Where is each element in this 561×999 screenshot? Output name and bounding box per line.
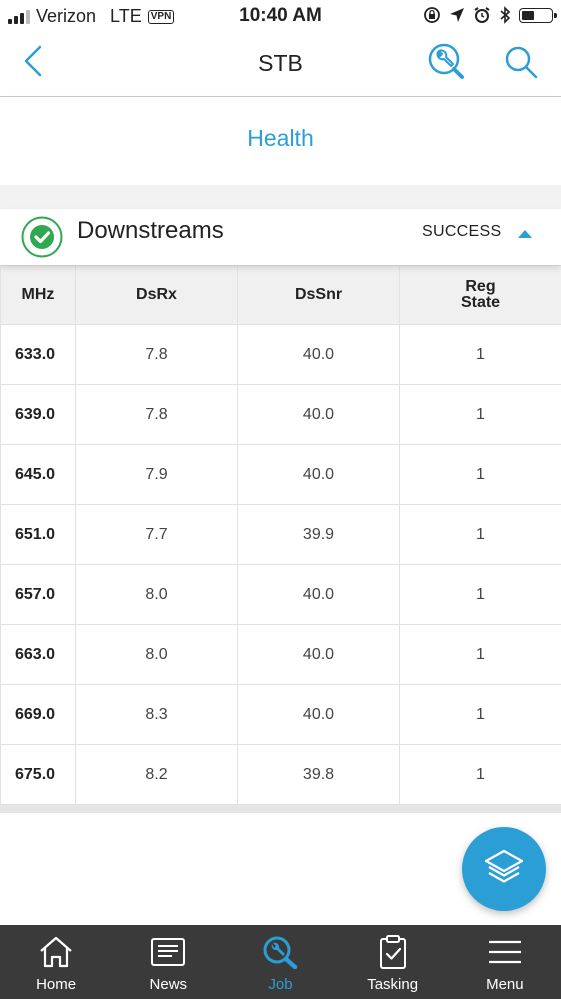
health-title[interactable]: Health — [0, 125, 561, 152]
column-header-dsrx: DsRx — [75, 265, 238, 325]
tab-label: Job — [268, 976, 293, 993]
tab-home[interactable]: Home — [0, 925, 112, 999]
downstreams-header[interactable]: Downstreams SUCCESS — [0, 209, 561, 265]
column-header-dssnr: DsSnr — [237, 265, 400, 325]
cell-reg-state: 1 — [399, 684, 561, 745]
downstreams-table: MHz DsRx DsSnr Reg State 633.0 7.8 40.0 1 639… — [0, 265, 561, 805]
alarm-icon — [474, 7, 490, 23]
check-circle-icon — [21, 216, 63, 258]
cell-mhz: 645.0 — [0, 444, 76, 505]
search-icon[interactable] — [503, 44, 539, 80]
cell-dsrx: 8.0 — [75, 624, 238, 685]
tab-news[interactable]: News — [112, 925, 224, 999]
wrench-magnifier-icon — [263, 936, 298, 969]
cell-dssnr: 39.8 — [237, 744, 400, 805]
cell-dsrx: 8.2 — [75, 744, 238, 805]
bluetooth-icon — [500, 6, 511, 24]
cell-dsrx: 8.0 — [75, 564, 238, 625]
hamburger-menu-icon — [488, 940, 521, 964]
page-title: STB — [258, 50, 303, 76]
table-row: 633.0 7.8 40.0 1 — [0, 324, 561, 385]
cell-mhz: 651.0 — [0, 504, 76, 565]
cell-dsrx: 7.9 — [75, 444, 238, 505]
wrench-magnifier-icon[interactable] — [427, 42, 465, 80]
table-row: 657.0 8.0 40.0 1 — [0, 564, 561, 625]
tab-label: News — [149, 976, 188, 993]
cell-reg-state: 1 — [399, 384, 561, 445]
cell-mhz: 633.0 — [0, 324, 76, 385]
table-row: 663.0 8.0 40.0 1 — [0, 624, 561, 685]
cell-dsrx: 7.8 — [75, 324, 238, 385]
tab-bar: Home News Job Tasking Menu — [0, 925, 561, 999]
table-row: 645.0 7.9 40.0 1 — [0, 444, 561, 505]
cell-reg-state: 1 — [399, 744, 561, 805]
nav-bar: STB — [0, 32, 561, 97]
cell-dsrx: 7.7 — [75, 504, 238, 565]
column-header-reg-state: Reg State — [399, 265, 561, 325]
cell-dssnr: 40.0 — [237, 624, 400, 685]
cell-dssnr: 40.0 — [237, 564, 400, 625]
health-section: Health — [0, 97, 561, 185]
cell-mhz: 657.0 — [0, 564, 76, 625]
layers-icon — [484, 849, 524, 883]
battery-icon — [519, 7, 557, 23]
cell-dssnr: 40.0 — [237, 384, 400, 445]
tab-label: Home — [36, 976, 77, 993]
cell-dsrx: 7.8 — [75, 384, 238, 445]
cell-dssnr: 40.0 — [237, 444, 400, 505]
table-header-row: MHz DsRx DsSnr Reg State — [0, 265, 561, 325]
cell-reg-state: 1 — [399, 564, 561, 625]
tab-menu[interactable]: Menu — [449, 925, 561, 999]
cell-dssnr: 40.0 — [237, 324, 400, 385]
cell-reg-state: 1 — [399, 624, 561, 685]
table-row: 675.0 8.2 39.8 1 — [0, 744, 561, 805]
clipboard-check-icon — [379, 935, 406, 969]
table-footer — [0, 805, 561, 813]
cell-dsrx: 8.3 — [75, 684, 238, 745]
cell-reg-state: 1 — [399, 444, 561, 505]
cell-mhz: 675.0 — [0, 744, 76, 805]
home-icon — [40, 936, 72, 968]
location-arrow-icon — [450, 8, 464, 22]
status-bar: Verizon LTE VPN 10:40 AM — [0, 0, 561, 32]
cell-reg-state: 1 — [399, 504, 561, 565]
cell-dssnr: 39.9 — [237, 504, 400, 565]
tab-tasking[interactable]: Tasking — [337, 925, 449, 999]
cell-mhz: 639.0 — [0, 384, 76, 445]
column-header-reg-state-label: Reg State — [460, 278, 501, 311]
cell-mhz: 663.0 — [0, 624, 76, 685]
table-row: 651.0 7.7 39.9 1 — [0, 504, 561, 565]
cell-dssnr: 40.0 — [237, 684, 400, 745]
section-divider — [0, 185, 561, 209]
triangle-up-icon[interactable] — [514, 225, 536, 241]
status-badge: SUCCESS — [422, 223, 502, 240]
cell-mhz: 669.0 — [0, 684, 76, 745]
news-icon — [151, 938, 186, 966]
tab-job[interactable]: Job — [224, 925, 336, 999]
cell-reg-state: 1 — [399, 324, 561, 385]
orientation-lock-icon — [424, 7, 440, 23]
column-header-mhz: MHz — [0, 265, 76, 325]
tab-label: Tasking — [367, 976, 419, 993]
table-row: 639.0 7.8 40.0 1 — [0, 384, 561, 445]
downstreams-title: Downstreams — [77, 217, 224, 244]
table-row: 669.0 8.3 40.0 1 — [0, 684, 561, 745]
layers-button[interactable] — [462, 827, 546, 911]
tab-label: Menu — [486, 976, 524, 993]
